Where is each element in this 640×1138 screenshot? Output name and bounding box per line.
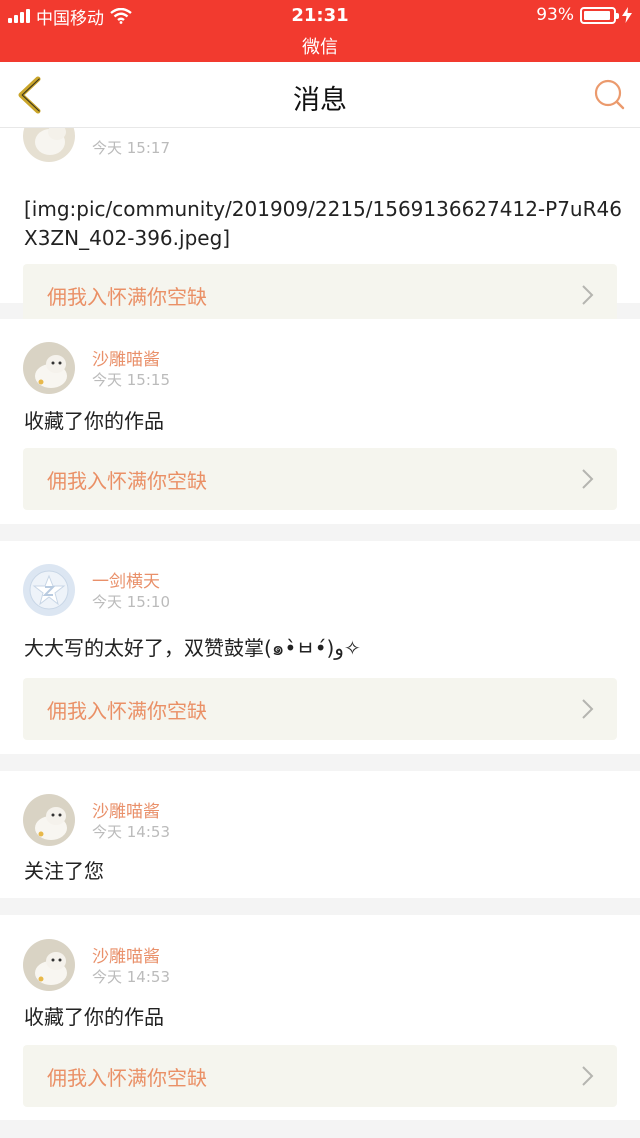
avatar[interactable] [23,342,75,394]
chevron-right-icon [582,699,594,719]
avatar[interactable] [23,128,75,162]
chevron-right-icon [582,1066,594,1086]
status-app-name: 微信 [302,37,338,58]
message-card: 沙雕喵酱 今天 14:53 收藏了你的作品 佣我入怀满你空缺 [0,915,640,1120]
article-title: 佣我入怀满你空缺 [47,469,207,493]
avatar[interactable] [23,939,75,991]
username[interactable]: 一剑横天 [92,567,160,592]
username[interactable]: 沙雕喵酱 [92,942,160,967]
avatar[interactable] [23,794,75,846]
battery-percent: 93% [536,5,574,25]
status-right: 93% [536,5,632,25]
article-link[interactable]: 佣我入怀满你空缺 [23,448,617,510]
username[interactable]: 沙雕喵酱 [92,345,160,370]
search-icon[interactable] [594,78,626,110]
message-feed[interactable]: 今天 15:17 [img:pic/community/201909/2215/… [0,128,640,1138]
battery-icon [580,6,619,24]
charging-bolt-icon [622,7,632,23]
article-link[interactable]: 佣我入怀满你空缺 [23,1045,617,1107]
message-time: 今天 15:15 [92,371,170,389]
article-link[interactable]: 佣我入怀满你空缺 [23,264,617,326]
message-card: 沙雕喵酱 今天 14:53 关注了您 [0,771,640,898]
page-title: 消息 [293,85,347,116]
message-text: 关注了您 [24,859,104,883]
message-card: 今天 15:17 [img:pic/community/201909/2215/… [0,128,640,326]
message-time: 今天 14:53 [92,968,170,986]
article-link[interactable]: 佣我入怀满你空缺 [23,678,617,740]
message-card: 沙雕喵酱 今天 15:15 收藏了你的作品 佣我入怀满你空缺 [0,319,640,524]
message-time: 今天 15:10 [92,593,170,611]
message-time: 今天 14:53 [92,823,170,841]
message-text: 收藏了你的作品 [24,409,164,433]
message-card: 一剑横天 今天 15:10 大大写的太好了，双赞鼓掌(๑•̀ㅂ•́)و✧ 佣我入… [0,541,640,754]
chevron-right-icon [582,285,594,305]
chevron-right-icon [582,469,594,489]
message-text: [img:pic/community/201909/2215/156913662… [24,197,622,250]
article-title: 佣我入怀满你空缺 [47,1066,207,1090]
avatar[interactable] [23,564,75,616]
article-title: 佣我入怀满你空缺 [47,699,207,723]
username[interactable]: 沙雕喵酱 [92,797,160,822]
message-text: 收藏了你的作品 [24,1005,164,1029]
nav-bar: 消息 [0,62,640,128]
battery-fill [584,10,611,20]
message-text: 大大写的太好了，双赞鼓掌(๑•̀ㅂ•́)و✧ [24,636,361,660]
message-time: 今天 15:17 [92,139,170,157]
article-title: 佣我入怀满你空缺 [47,285,207,309]
status-bar: 中国移动 21:31 微信 93% [0,0,640,62]
